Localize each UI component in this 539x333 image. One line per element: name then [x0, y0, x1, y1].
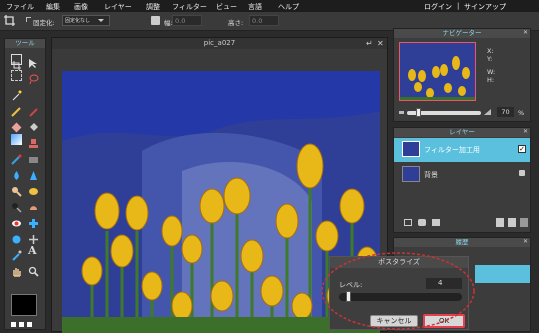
- nav-w-label: W:: [487, 68, 496, 76]
- zoom-icon[interactable]: [28, 262, 39, 277]
- layer-row-filter[interactable]: フィルター加工用 ✓: [394, 138, 530, 162]
- menu-help[interactable]: ヘルプ: [278, 2, 299, 12]
- gradient-icon[interactable]: [11, 134, 22, 145]
- layer-thumbnail: [402, 166, 420, 182]
- zoom-in-icon[interactable]: [484, 109, 491, 115]
- menu-separator: |: [457, 2, 460, 10]
- burn-icon[interactable]: [28, 198, 39, 210]
- layer-thumbnail: [402, 141, 420, 157]
- separator-grip: [26, 17, 31, 22]
- navigator-title: ナビゲーター: [394, 29, 530, 38]
- zoom-out-icon[interactable]: [399, 111, 404, 114]
- navigator-close-icon[interactable]: ✕: [523, 29, 528, 36]
- smudge-icon[interactable]: [11, 182, 22, 197]
- sponge-icon[interactable]: [28, 182, 39, 195]
- drawing-tool-icon[interactable]: [28, 150, 39, 163]
- nav-x-label: X:: [487, 47, 494, 55]
- navigator-thumbnail[interactable]: [399, 42, 476, 101]
- fixed-label: 固定化:: [33, 19, 55, 27]
- text-tool-icon[interactable]: A: [28, 245, 39, 256]
- layer-mask-icon[interactable]: [418, 219, 426, 226]
- toolbox-title: ツール: [5, 39, 45, 48]
- menu-layer[interactable]: レイヤー: [104, 2, 132, 12]
- spot-heal-icon[interactable]: [28, 214, 39, 228]
- menu-edit[interactable]: 編集: [46, 2, 60, 12]
- zoom-unit: %: [518, 109, 525, 117]
- layer-row-background[interactable]: 背景: [394, 163, 530, 185]
- nav-y-label: Y:: [487, 55, 493, 63]
- menu-language[interactable]: 言語: [248, 2, 262, 12]
- history-close-icon[interactable]: ✕: [523, 238, 528, 245]
- layers-panel: レイヤー ✕ フィルター加工用 ✓ 背景: [393, 127, 531, 233]
- signup-link[interactable]: サインアップ: [464, 2, 506, 12]
- zoom-input[interactable]: 70: [497, 107, 514, 117]
- move-tool-icon[interactable]: [28, 54, 39, 68]
- restore-icon[interactable]: ↵: [366, 39, 373, 48]
- blur-drop-icon[interactable]: [11, 166, 22, 180]
- brush-icon[interactable]: [28, 102, 39, 117]
- layers-close-icon[interactable]: ✕: [523, 128, 528, 135]
- eraser-icon[interactable]: [11, 118, 22, 133]
- color-replace-icon[interactable]: [11, 150, 22, 165]
- login-link[interactable]: ログイン: [424, 2, 452, 12]
- menu-file[interactable]: ファイル: [6, 2, 34, 12]
- layers-title: レイヤー: [394, 128, 530, 137]
- chevron-down-icon: [98, 19, 104, 22]
- pencil-icon[interactable]: [11, 102, 22, 117]
- toolbox-panel: ツール A: [4, 38, 46, 330]
- bloat-icon[interactable]: [11, 230, 22, 244]
- foreground-color-swatch[interactable]: [11, 294, 37, 316]
- navigator-panel: ナビゲーター ✕ X: Y: W: H: 70 %: [393, 28, 531, 122]
- zoom-slider-handle[interactable]: [416, 108, 421, 117]
- width-input[interactable]: 0.0: [172, 15, 202, 26]
- layer-name: フィルター加工用: [424, 146, 480, 154]
- menu-image[interactable]: 画像: [74, 2, 88, 12]
- menu-adjust[interactable]: 調整: [146, 2, 160, 12]
- history-row-selected[interactable]: [475, 265, 530, 283]
- dodge-icon[interactable]: [11, 198, 22, 213]
- paint-bucket-icon[interactable]: [28, 118, 39, 131]
- close-icon[interactable]: ✕: [377, 39, 384, 48]
- layer-name: 背景: [424, 171, 438, 179]
- width-icon: [151, 16, 160, 25]
- hand-icon[interactable]: [11, 262, 22, 277]
- nav-h-label: H:: [487, 76, 495, 84]
- history-title: 履歴: [394, 238, 530, 247]
- new-layer-icon[interactable]: [496, 218, 504, 227]
- height-label: 高さ:: [228, 19, 244, 27]
- menu-bar: ファイル 編集 画像 レイヤー 調整 フィルター ビュー 言語 ヘルプ ログイン…: [0, 0, 539, 12]
- background-color-swatch[interactable]: [27, 322, 32, 327]
- lock-icon: [519, 170, 525, 176]
- eyedropper-icon[interactable]: [11, 246, 22, 261]
- magic-wand-icon[interactable]: [11, 86, 22, 101]
- layer-settings-icon[interactable]: [404, 219, 412, 226]
- clone-stamp-icon[interactable]: [28, 134, 39, 148]
- swap-colors-icon[interactable]: [19, 322, 24, 327]
- sharpen-icon[interactable]: [28, 166, 39, 180]
- layer-style-icon[interactable]: [432, 219, 440, 226]
- menu-filter[interactable]: フィルター: [172, 2, 207, 12]
- annotation-highlight: [321, 252, 475, 330]
- red-eye-icon[interactable]: [11, 214, 22, 227]
- marquee-tool-icon[interactable]: [11, 70, 22, 81]
- pinch-icon[interactable]: [28, 230, 39, 244]
- lasso-tool-icon[interactable]: [28, 70, 39, 85]
- height-input[interactable]: 0.0: [249, 15, 279, 26]
- crop-tool-icon[interactable]: [11, 54, 22, 70]
- default-colors-icon[interactable]: [11, 322, 16, 327]
- delete-layer-icon[interactable]: [508, 218, 516, 227]
- document-title: pic_a027: [52, 38, 387, 49]
- menu-view[interactable]: ビュー: [216, 2, 237, 12]
- crop-icon: [4, 15, 15, 26]
- layer-visibility-checkbox[interactable]: ✓: [518, 145, 526, 153]
- layer-menu-icon[interactable]: [520, 218, 528, 227]
